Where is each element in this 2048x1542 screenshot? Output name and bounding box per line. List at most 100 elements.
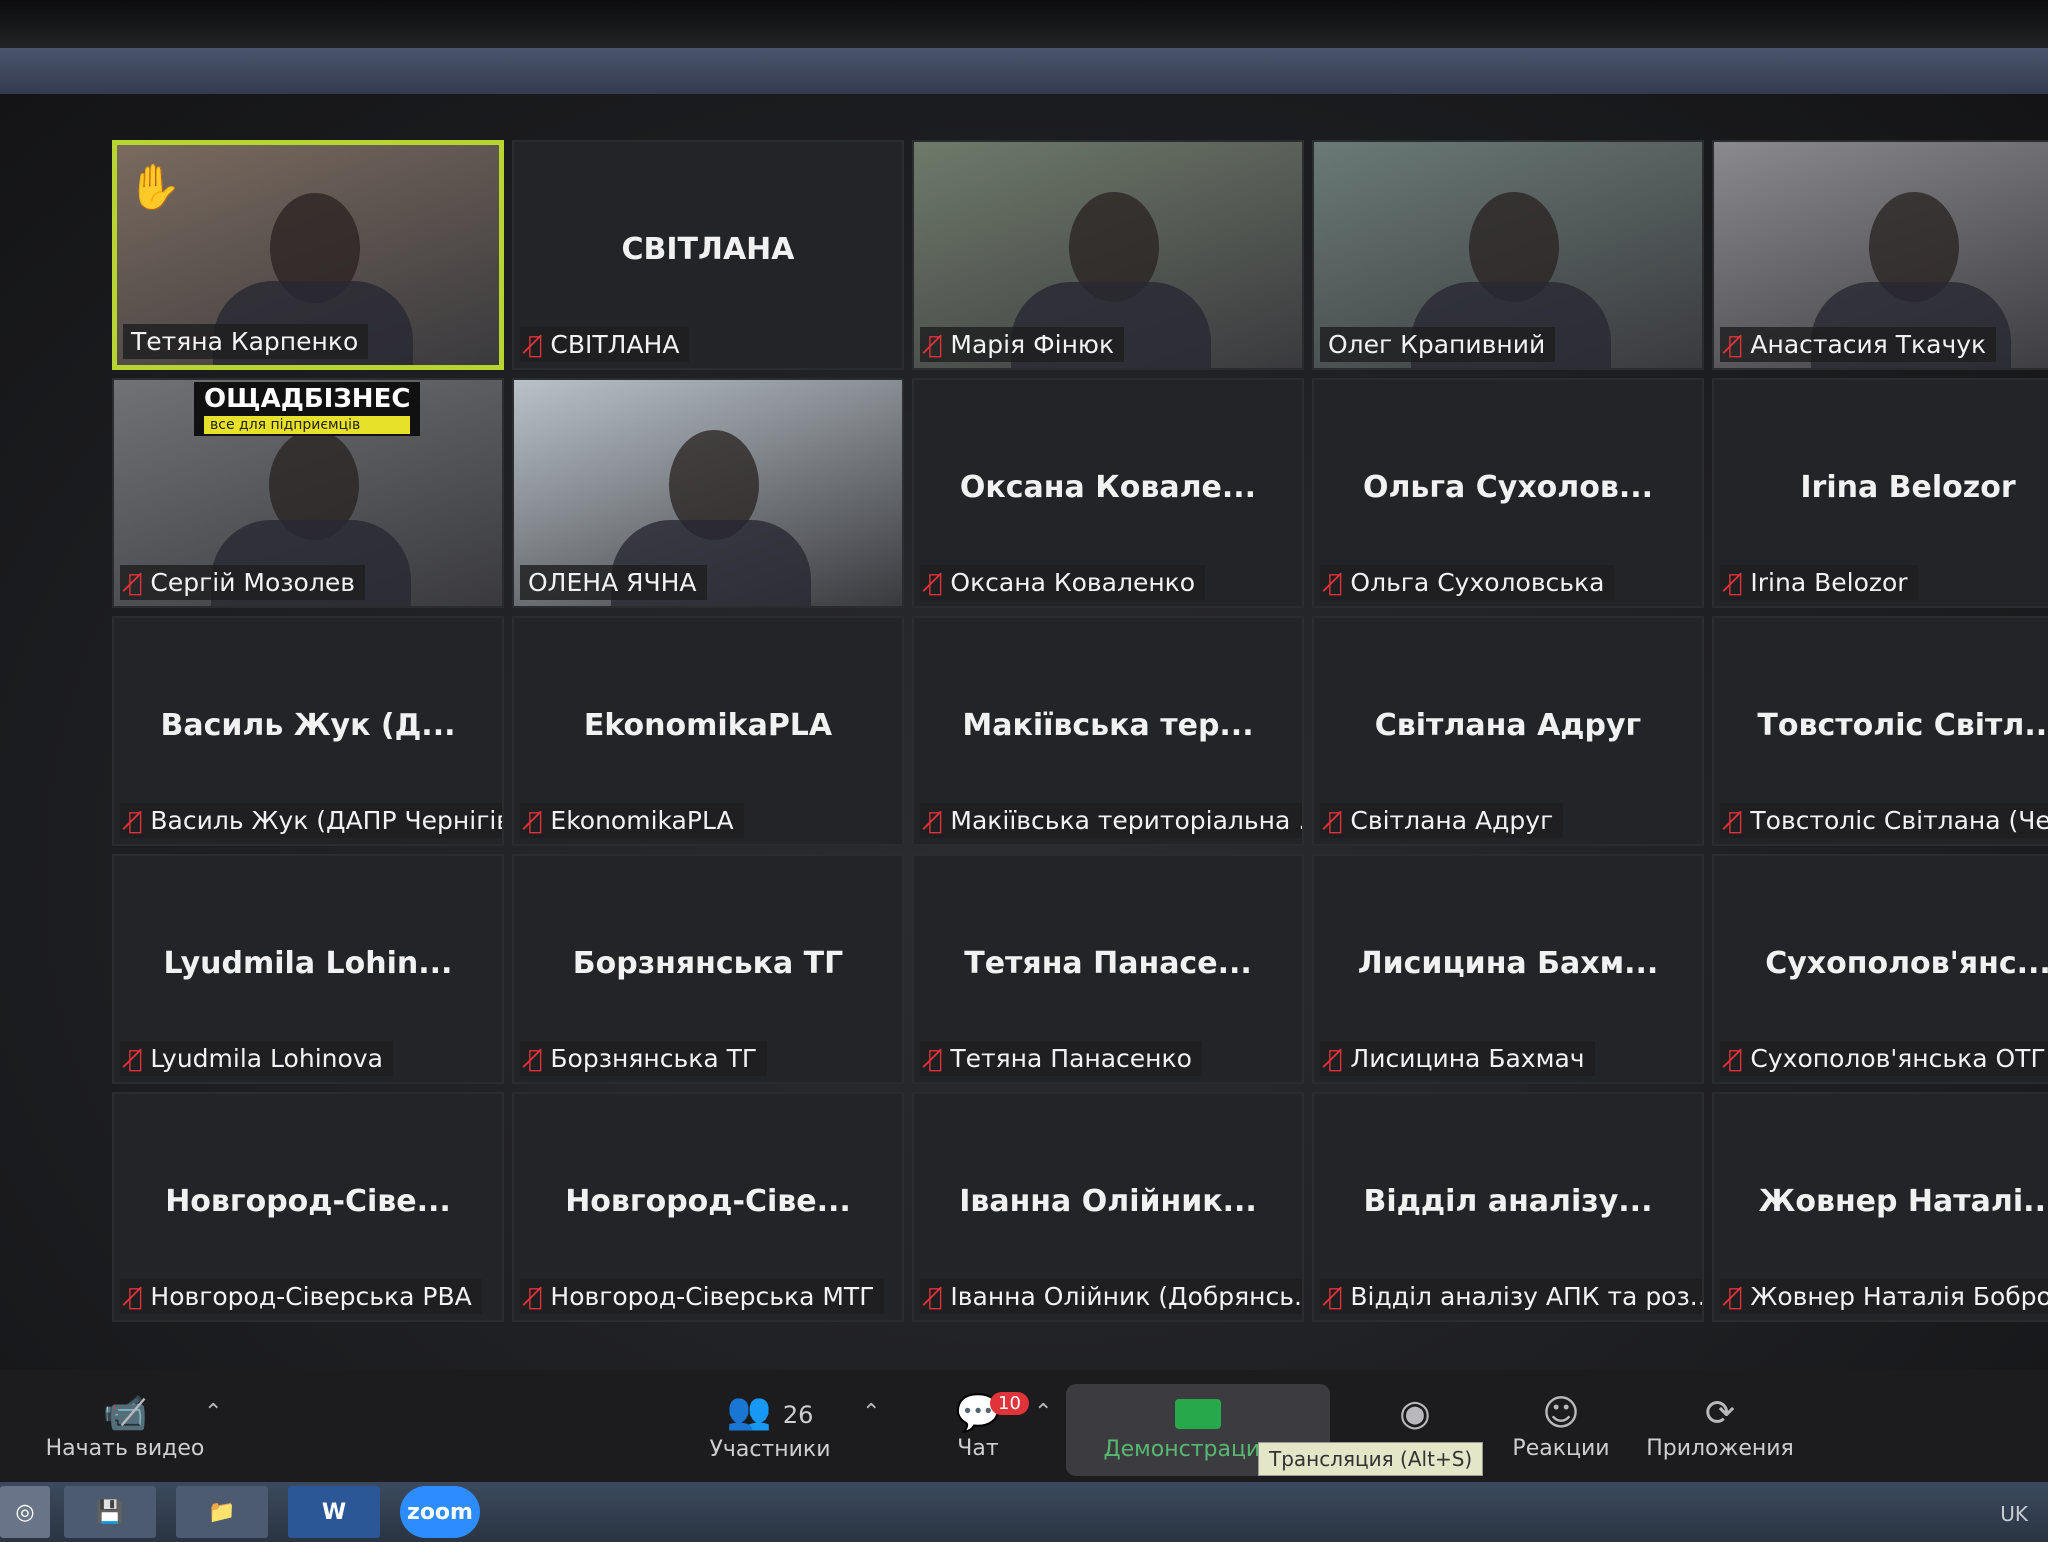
participant-name-text: Іванна Олійник (Добрянсь... (950, 1282, 1304, 1311)
participant-display-name: Товстоліс Світл... (1757, 708, 2048, 744)
share-screen-icon (1175, 1398, 1221, 1429)
participant-name-text: Сергій Мозолев (150, 568, 355, 597)
participant-display-name: Макіївська тер... (962, 708, 1254, 744)
participants-options-caret-icon[interactable]: ⌃ (862, 1400, 880, 1425)
save-taskbar-icon[interactable]: 💾 (64, 1486, 156, 1538)
participant-name-text: Відділ аналізу АПК та роз... (1350, 1282, 1704, 1311)
participant-name-label: ОЛЕНА ЯЧНА (520, 565, 707, 600)
participant-display-name: Lyudmila Lohin... (163, 946, 453, 982)
participant-display-name: Новгород-Сіве... (165, 1184, 451, 1220)
participant-tile[interactable]: Борзнянська ТГ 🎙̸ Борзнянська ТГ (512, 854, 904, 1084)
windows-taskbar: ◎ 💾 📁 W zoom (0, 1482, 2048, 1542)
participant-name-label: 🎙̸ Макіївська територіальна ... (920, 803, 1302, 838)
mic-muted-icon: 🎙̸ (928, 1044, 943, 1073)
participant-name-label: 🎙̸ Відділ аналізу АПК та роз... (1320, 1279, 1704, 1314)
raised-hand-icon: ✋ (127, 162, 182, 213)
participant-tile[interactable]: Тетяна Панасе... 🎙̸ Тетяна Панасенко (912, 854, 1304, 1084)
reactions-button[interactable]: ☺ Реакции (1496, 1370, 1626, 1482)
keyboard-language-indicator[interactable]: UK (2000, 1502, 2028, 1526)
participant-tile[interactable]: Жовнер Наталі... 🎙̸Жовнер Наталія Боброви… (1712, 1092, 2048, 1322)
mic-muted-icon: 🎙̸ (1728, 1044, 1743, 1073)
participant-tile[interactable]: Олег Крапивний (1312, 140, 1704, 370)
participant-name-text: ОЛЕНА ЯЧНА (528, 568, 697, 597)
participant-display-name: Новгород-Сіве... (565, 1184, 851, 1220)
participant-tile[interactable]: Новгород-Сіве... 🎙̸ Новгород-Сіверська РВА (112, 1092, 504, 1322)
participant-tile[interactable]: 🎙̸ Марія Фінюк (912, 140, 1304, 370)
participant-name-text: Новгород-Сіверська РВА (150, 1282, 472, 1311)
chat-label: Чат (957, 1435, 999, 1461)
mic-muted-icon: 🎙̸ (928, 806, 943, 835)
participant-name-text: Lyudmila Lohinova (150, 1044, 383, 1073)
participant-tile[interactable]: Новгород-Сіве... 🎙̸ Новгород-Сіверська МТГ (512, 1092, 904, 1322)
mic-muted-icon: 🎙̸ (1728, 568, 1743, 597)
participant-tile[interactable]: Іванна Олійник... 🎙̸ Іванна Олійник (Добря… (912, 1092, 1304, 1322)
participant-name-text: Лисицина Бахмач (1350, 1044, 1585, 1073)
participant-name-label: 🎙̸ EkonomikaPLA (520, 803, 744, 838)
participant-tile[interactable]: EkonomikaPLA 🎙̸ EkonomikaPLA (512, 616, 904, 846)
video-off-icon: 📹̸ (102, 1392, 148, 1434)
participant-name-label: 🎙̸ Борзнянська ТГ (520, 1041, 768, 1076)
participant-tile[interactable]: 🎙̸ Анастасия Ткачук (1712, 140, 2048, 370)
participants-count: 26 (782, 1401, 814, 1429)
chat-options-caret-icon[interactable]: ⌃ (1034, 1400, 1052, 1425)
participant-tile[interactable]: Оксана Ковале... 🎙̸ Оксана Коваленко (912, 378, 1304, 608)
mic-muted-icon: 🎙̸ (128, 1044, 143, 1073)
participant-name-text: Анастасия Ткачук (1750, 330, 1987, 359)
record-icon: ◉ (1399, 1392, 1431, 1434)
participant-tile[interactable]: Irina Belozor 🎙̸ Irina Belozor (1712, 378, 2048, 608)
participant-name-label: 🎙̸ Марія Фінюк (920, 327, 1125, 362)
background-sign: ОЩАДБІЗНЕС все для підприємців (194, 382, 421, 436)
participant-name-label: 🎙̸ Lyudmila Lohinova (120, 1041, 393, 1076)
word-taskbar-icon[interactable]: W (288, 1486, 380, 1538)
zoom-taskbar-icon[interactable]: zoom (400, 1486, 480, 1538)
participant-name-label: 🎙̸ Irina Belozor (1720, 565, 1918, 600)
participant-tile[interactable]: Лисицина Бахм... 🎙̸ Лисицина Бахмач (1312, 854, 1704, 1084)
chat-unread-badge: 10 (990, 1392, 1029, 1415)
participant-display-name: Irina Belozor (1800, 470, 2016, 506)
participant-name-label: 🎙̸ Новгород-Сіверська РВА (120, 1279, 482, 1314)
participant-display-name: Відділ аналізу... (1363, 1184, 1653, 1220)
mic-muted-icon: 🎙̸ (1328, 1282, 1343, 1311)
participant-name-text: Тетяна Панасенко (950, 1044, 1192, 1073)
participant-name-label: 🎙̸ Іванна Олійник (Добрянсь... (920, 1279, 1304, 1314)
participants-button[interactable]: 👥 26 Участники (700, 1370, 840, 1482)
participant-name-text: Світлана Адруг (1350, 806, 1554, 835)
reactions-label: Реакции (1512, 1435, 1610, 1461)
participant-name-label: 🎙̸ Ольга Сухоловська (1320, 565, 1615, 600)
participant-name-label: 🎙̸ Анастасия Ткачук (1720, 327, 1997, 362)
apps-button[interactable]: ⟳ Приложения (1640, 1370, 1800, 1482)
participant-tile[interactable]: СВІТЛАНА 🎙̸ СВІТЛАНА (512, 140, 904, 370)
participant-tile[interactable]: Василь Жук (Д... 🎙̸ Василь Жук (ДАПР Черні… (112, 616, 504, 846)
participant-tile[interactable]: Ольга Сухолов... 🎙̸ Ольга Сухоловська (1312, 378, 1704, 608)
chrome-taskbar-icon[interactable]: ◎ (0, 1486, 50, 1538)
mic-muted-icon: 🎙̸ (1328, 568, 1343, 597)
participant-display-name: Світлана Адруг (1374, 708, 1642, 744)
mic-muted-icon: 🎙̸ (928, 568, 943, 597)
participant-tile[interactable]: ОЩАДБІЗНЕС все для підприємців 🎙̸ Сергій Мо… (112, 378, 504, 608)
mic-muted-icon: 🎙̸ (1328, 1044, 1343, 1073)
participant-name-label: 🎙̸ Сухополов'янська ОТГ (1720, 1041, 2048, 1076)
mic-muted-icon: 🎙̸ (1728, 1282, 1743, 1311)
participant-name-text: СВІТЛАНА (550, 330, 680, 359)
participant-tile[interactable]: Lyudmila Lohin... 🎙̸ Lyudmila Lohinova (112, 854, 504, 1084)
start-video-button[interactable]: 📹̸ Начать видео (40, 1370, 210, 1482)
browser-tab-strip (0, 48, 2048, 94)
participant-tile[interactable]: ✋ Тетяна Карпенко (112, 140, 504, 370)
participant-tile[interactable]: Світлана Адруг 🎙̸ Світлана Адруг (1312, 616, 1704, 846)
participant-name-label: 🎙̸ Сергій Мозолев (120, 565, 365, 600)
folder-taskbar-icon[interactable]: 📁 (176, 1486, 268, 1538)
participant-name-text: Irina Belozor (1750, 568, 1908, 597)
participant-tile[interactable]: Макіївська тер... 🎙̸ Макіївська територіал… (912, 616, 1304, 846)
video-options-caret-icon[interactable]: ⌃ (204, 1400, 222, 1425)
participants-label: Участники (709, 1437, 831, 1462)
chat-button[interactable]: 💬 Чат (928, 1370, 1028, 1482)
participant-tile[interactable]: Відділ аналізу... 🎙̸ Відділ аналізу АПК та… (1312, 1092, 1704, 1322)
participant-display-name: Жовнер Наталі... (1758, 1184, 2048, 1220)
participant-tile[interactable]: Товстоліс Світл... 🎙̸ Товстоліс Світлана (… (1712, 616, 2048, 846)
participant-tile[interactable]: Сухополов'янс... 🎙̸ Сухополов'янська ОТГ (1712, 854, 2048, 1084)
participant-name-label: 🎙̸ Тетяна Панасенко (920, 1041, 1202, 1076)
participant-name-text: Тетяна Карпенко (131, 327, 359, 356)
participant-name-text: Олег Крапивний (1328, 330, 1546, 359)
mic-muted-icon: 🎙̸ (528, 806, 543, 835)
participant-tile[interactable]: ОЛЕНА ЯЧНА (512, 378, 904, 608)
